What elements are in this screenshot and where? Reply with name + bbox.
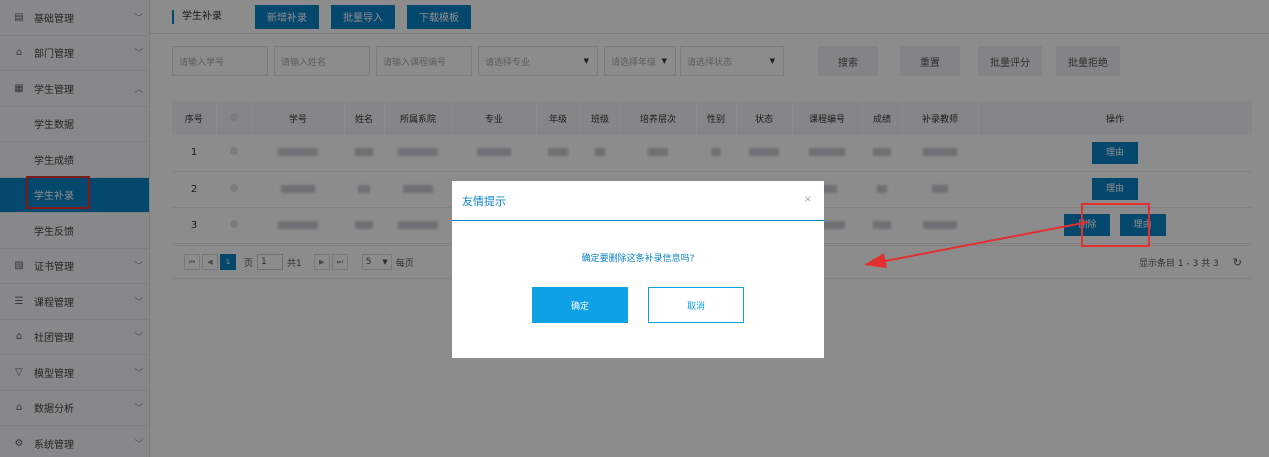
- close-icon[interactable]: ×: [804, 194, 812, 205]
- dialog-header: 友情提示 ×: [452, 181, 824, 221]
- dialog-message: 确定要删除这条补录信息吗?: [581, 254, 695, 264]
- dialog-title: 友情提示: [462, 194, 506, 208]
- confirm-dialog: 友情提示 × 确定要删除这条补录信息吗? 确定 取消: [452, 181, 824, 358]
- cancel-button[interactable]: 取消: [648, 287, 744, 323]
- confirm-button[interactable]: 确定: [532, 287, 628, 323]
